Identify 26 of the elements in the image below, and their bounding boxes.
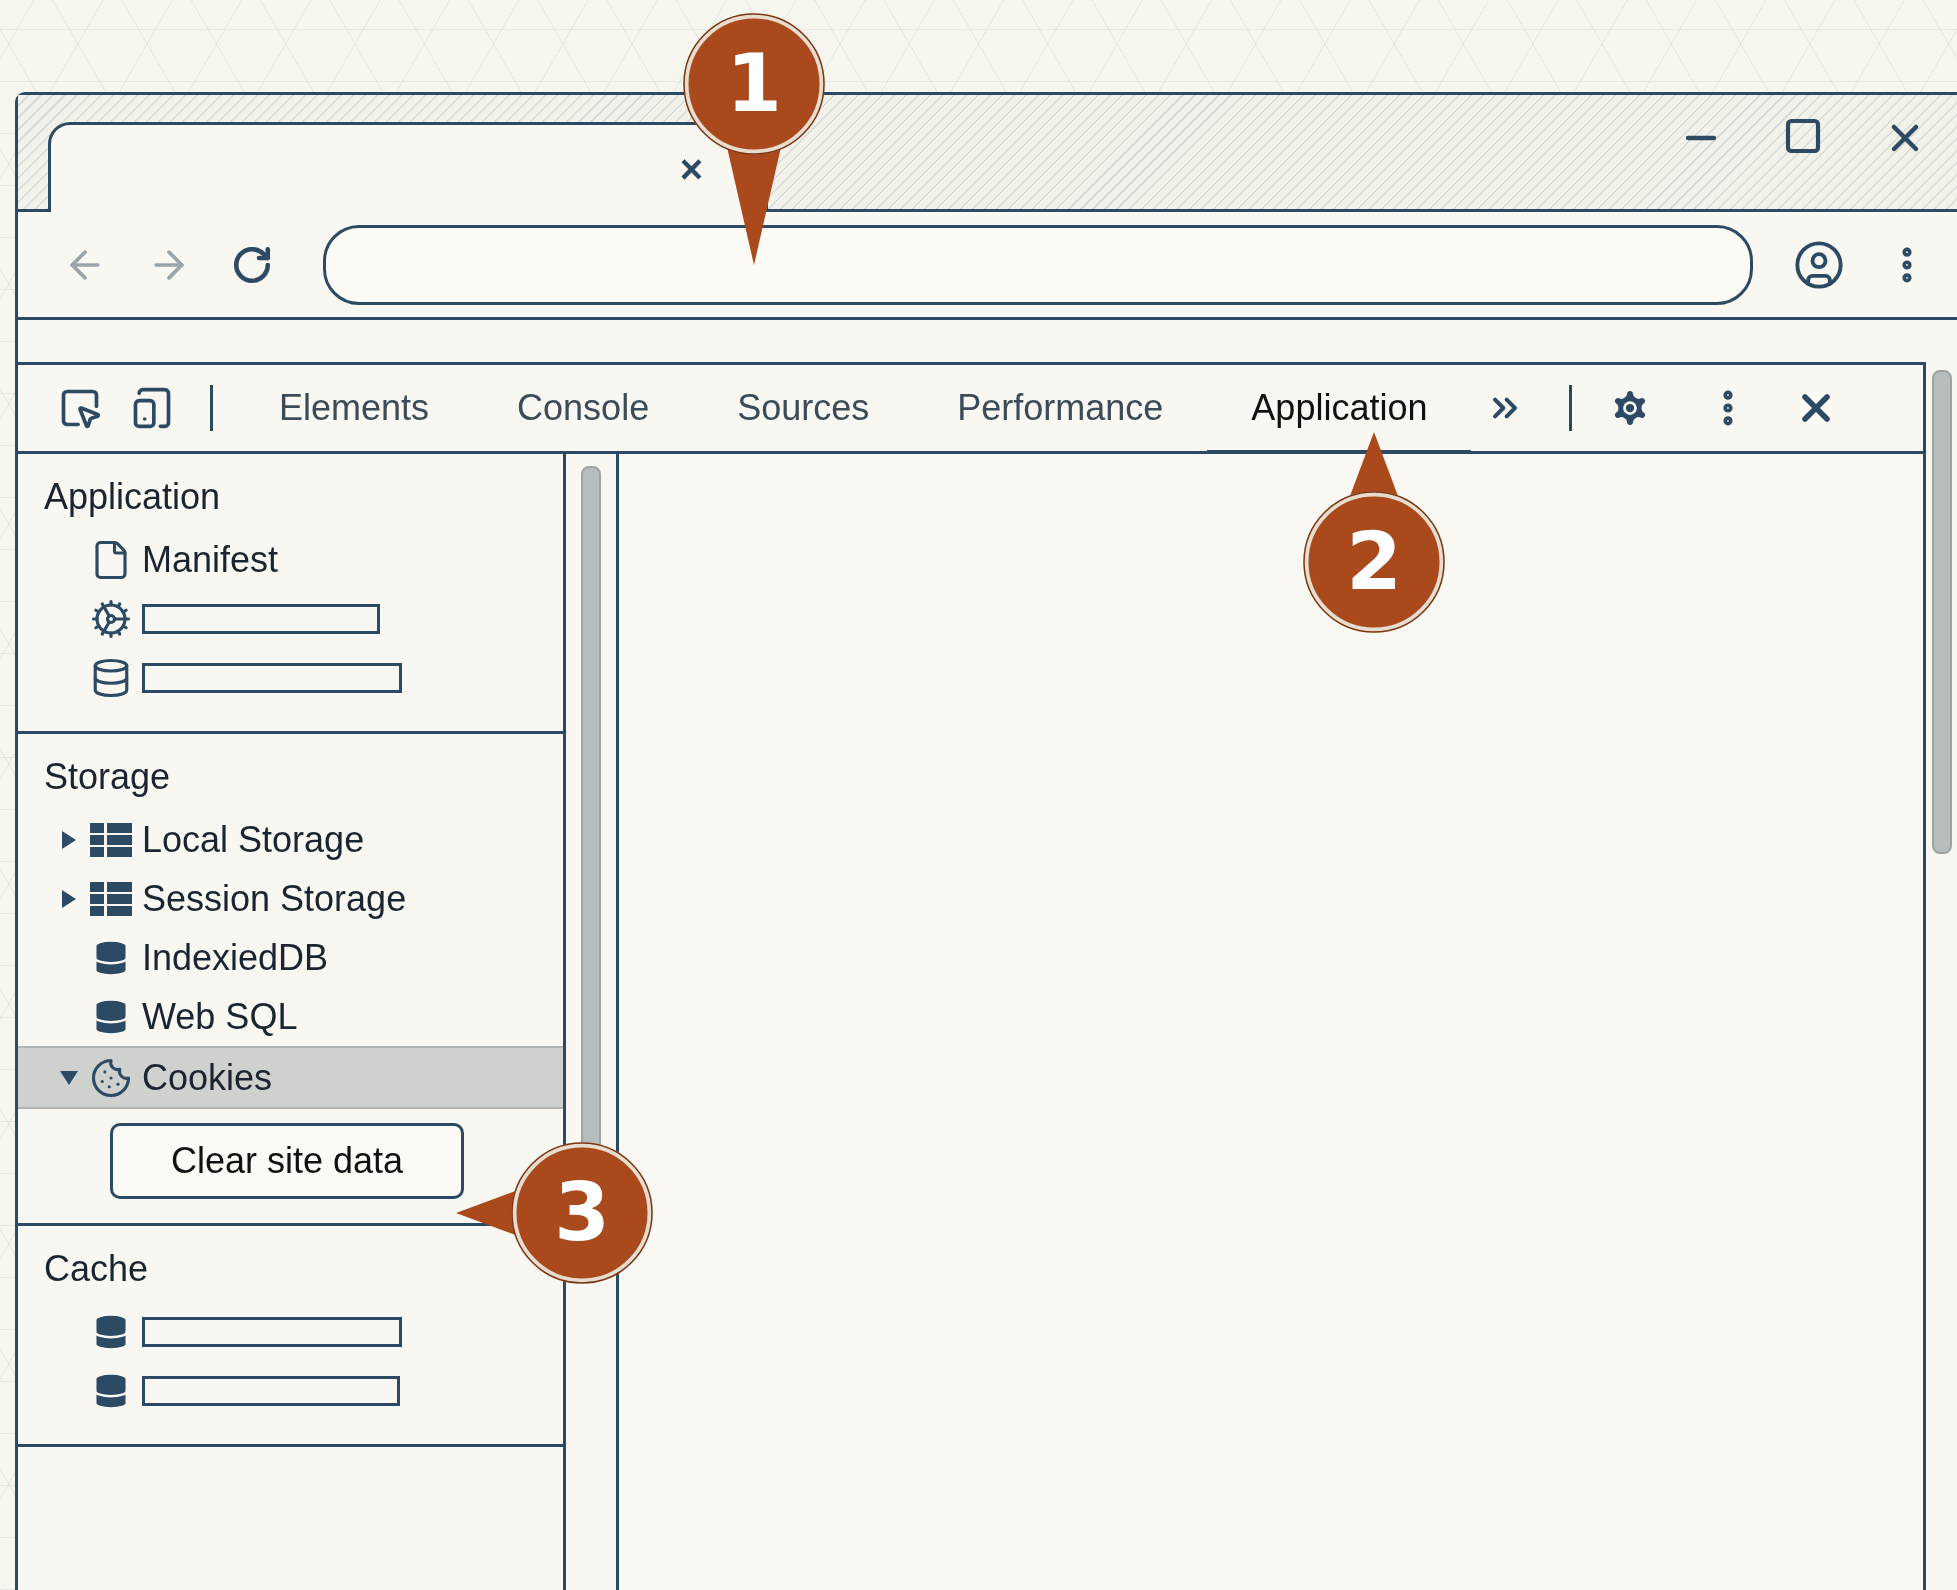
section-heading: Cache bbox=[43, 1248, 150, 1291]
table-icon bbox=[90, 822, 132, 857]
sidebar-item[interactable]: Cookies bbox=[18, 1046, 563, 1109]
table-icon bbox=[90, 881, 132, 916]
tab-close-button[interactable]: × bbox=[679, 148, 703, 189]
sidebar-item[interactable]: Manifest bbox=[18, 530, 563, 589]
devtools-tab[interactable]: Elements bbox=[235, 365, 474, 454]
gear-icon bbox=[90, 597, 132, 640]
devtools-tab[interactable]: Console bbox=[473, 365, 694, 454]
sidebar-item[interactable]: Web SQL bbox=[18, 987, 563, 1046]
clear-site-data-button[interactable]: Clear site data bbox=[110, 1123, 464, 1199]
disclosure-triangle-icon[interactable] bbox=[60, 1070, 78, 1085]
disclosure-triangle-icon[interactable] bbox=[62, 830, 76, 849]
devtools-tab[interactable]: Sources bbox=[693, 365, 914, 454]
section-heading: Storage bbox=[43, 756, 172, 799]
browser-tab[interactable]: × bbox=[48, 122, 768, 212]
maximize-icon[interactable] bbox=[1783, 116, 1823, 156]
sidebar-item[interactable]: Session Storage bbox=[18, 869, 563, 928]
sidebar-item[interactable]: Local Storage bbox=[18, 810, 563, 869]
section-heading: Application bbox=[43, 476, 222, 519]
cookie-icon bbox=[90, 1056, 132, 1099]
disclosure-triangle-icon[interactable] bbox=[62, 889, 76, 908]
sidebar-item[interactable]: IndexiedDB bbox=[18, 928, 563, 987]
address-bar[interactable] bbox=[323, 224, 1753, 305]
devtools-tab[interactable]: Performance bbox=[913, 365, 1208, 454]
profile-icon[interactable] bbox=[1793, 238, 1845, 291]
